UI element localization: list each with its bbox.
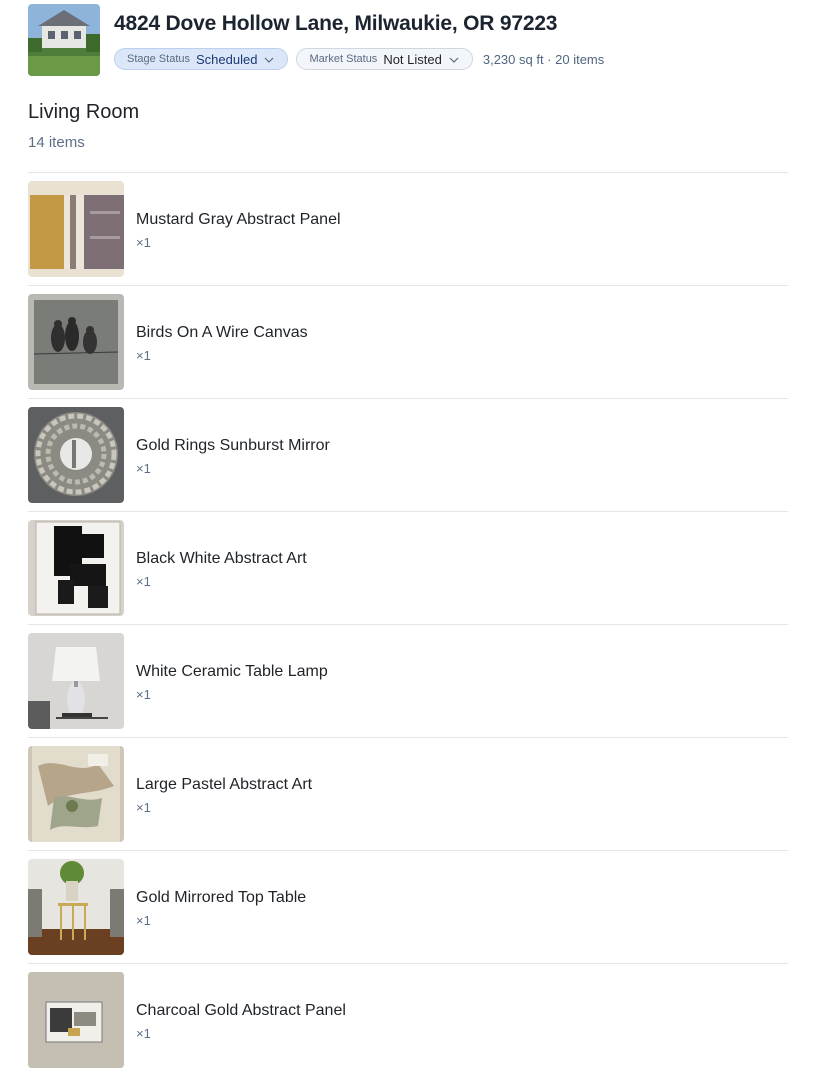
property-header: 4824 Dove Hollow Lane, Milwaukie, OR 972… — [28, 4, 788, 76]
item-name: Gold Mirrored Top Table — [136, 889, 307, 906]
list-item[interactable]: Gold Rings Sunburst Mirror ×1 — [28, 398, 788, 511]
list-item[interactable]: Large Pastel Abstract Art ×1 — [28, 737, 788, 850]
chevron-down-icon — [448, 53, 460, 65]
item-name: Mustard Gray Abstract Panel — [136, 211, 341, 228]
sunburst-mirror-image — [28, 407, 124, 503]
abstract-panel-image — [28, 181, 124, 277]
item-name: Gold Rings Sunburst Mirror — [136, 437, 330, 454]
list-item[interactable]: Birds On A Wire Canvas ×1 — [28, 285, 788, 398]
market-status-value: Not Listed — [383, 51, 442, 67]
list-item[interactable]: Charcoal Gold Abstract Panel ×1 — [28, 963, 788, 1076]
item-name: White Ceramic Table Lamp — [136, 663, 328, 680]
item-quantity: ×1 — [136, 348, 151, 363]
mirrored-table-image — [28, 859, 124, 955]
black-white-art-image — [28, 520, 124, 616]
stage-status-value: Scheduled — [196, 51, 258, 67]
property-address: 4824 Dove Hollow Lane, Milwaukie, OR 972… — [114, 12, 558, 35]
item-quantity: ×1 — [136, 461, 151, 476]
property-summary: 3,230 sq ft · 20 items — [482, 51, 605, 67]
item-quantity: ×1 — [136, 800, 151, 815]
market-status-dropdown[interactable]: Market Status Not Listed — [296, 48, 473, 70]
pastel-art-image — [28, 746, 124, 842]
market-status-label: Market Status — [309, 53, 378, 65]
item-quantity: ×1 — [136, 235, 151, 250]
item-name: Birds On A Wire Canvas — [136, 324, 308, 341]
item-list: Mustard Gray Abstract Panel ×1 Birds On … — [28, 172, 788, 1076]
property-meta: Stage Status Scheduled Market Status Not… — [114, 47, 604, 71]
charcoal-panel-image — [28, 972, 124, 1068]
birds-canvas-image — [28, 294, 124, 390]
property-photo[interactable] — [28, 4, 100, 76]
item-quantity: ×1 — [136, 1026, 151, 1041]
list-item[interactable]: White Ceramic Table Lamp ×1 — [28, 624, 788, 737]
chevron-down-icon — [263, 53, 275, 65]
item-name: Black White Abstract Art — [136, 550, 307, 567]
item-quantity: ×1 — [136, 687, 151, 702]
list-item[interactable]: Gold Mirrored Top Table ×1 — [28, 850, 788, 963]
room-item-count: 14 items — [28, 134, 85, 151]
room-title: Living Room — [28, 101, 140, 123]
item-name: Charcoal Gold Abstract Panel — [136, 1002, 346, 1019]
stage-status-dropdown[interactable]: Stage Status Scheduled — [114, 48, 289, 70]
item-quantity: ×1 — [136, 574, 151, 589]
table-lamp-image — [28, 633, 124, 729]
stage-status-label: Stage Status — [127, 53, 190, 65]
item-name: Large Pastel Abstract Art — [136, 776, 313, 793]
list-item[interactable]: Black White Abstract Art ×1 — [28, 511, 788, 624]
list-item[interactable]: Mustard Gray Abstract Panel ×1 — [28, 172, 788, 285]
item-quantity: ×1 — [136, 913, 151, 928]
